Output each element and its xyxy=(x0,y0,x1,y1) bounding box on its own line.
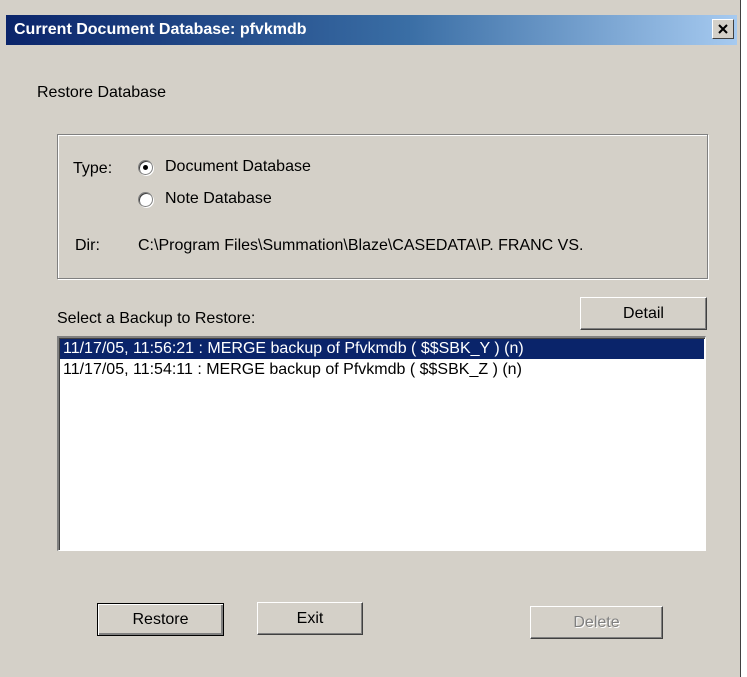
radio-document-database[interactable]: Document Database xyxy=(138,158,311,176)
radio-note-database[interactable]: Note Database xyxy=(138,190,272,208)
restore-database-label: Restore Database xyxy=(37,84,166,101)
radio-button-selected[interactable] xyxy=(138,159,153,175)
close-button[interactable] xyxy=(712,19,734,39)
dir-path: C:\Program Files\Summation\Blaze\CASEDAT… xyxy=(138,237,584,254)
delete-button[interactable]: Delete xyxy=(530,606,663,639)
radio-note-database-label: Note Database xyxy=(165,190,272,207)
dir-label: Dir: xyxy=(75,237,100,254)
title-bar[interactable]: Current Document Database: pfvkmdb xyxy=(6,15,737,45)
detail-button[interactable]: Detail xyxy=(580,297,707,330)
close-icon xyxy=(718,24,728,34)
radio-dot xyxy=(143,164,148,170)
type-label: Type: xyxy=(73,160,113,177)
select-backup-label: Select a Backup to Restore: xyxy=(57,310,256,327)
backup-listbox[interactable]: 11/17/05, 11:56:21 : MERGE backup of Pfv… xyxy=(57,336,706,551)
restore-dialog: Current Document Database: pfvkmdb Resto… xyxy=(0,0,741,677)
backup-list-item[interactable]: 11/17/05, 11:54:11 : MERGE backup of Pfv… xyxy=(60,360,704,380)
radio-button-unselected[interactable] xyxy=(138,191,153,207)
window-title: Current Document Database: pfvkmdb xyxy=(14,21,307,38)
restore-button[interactable]: Restore xyxy=(97,603,224,636)
backup-list-item-selected[interactable]: 11/17/05, 11:56:21 : MERGE backup of Pfv… xyxy=(60,339,704,359)
exit-button[interactable]: Exit xyxy=(257,602,363,635)
radio-document-database-label: Document Database xyxy=(165,158,311,175)
